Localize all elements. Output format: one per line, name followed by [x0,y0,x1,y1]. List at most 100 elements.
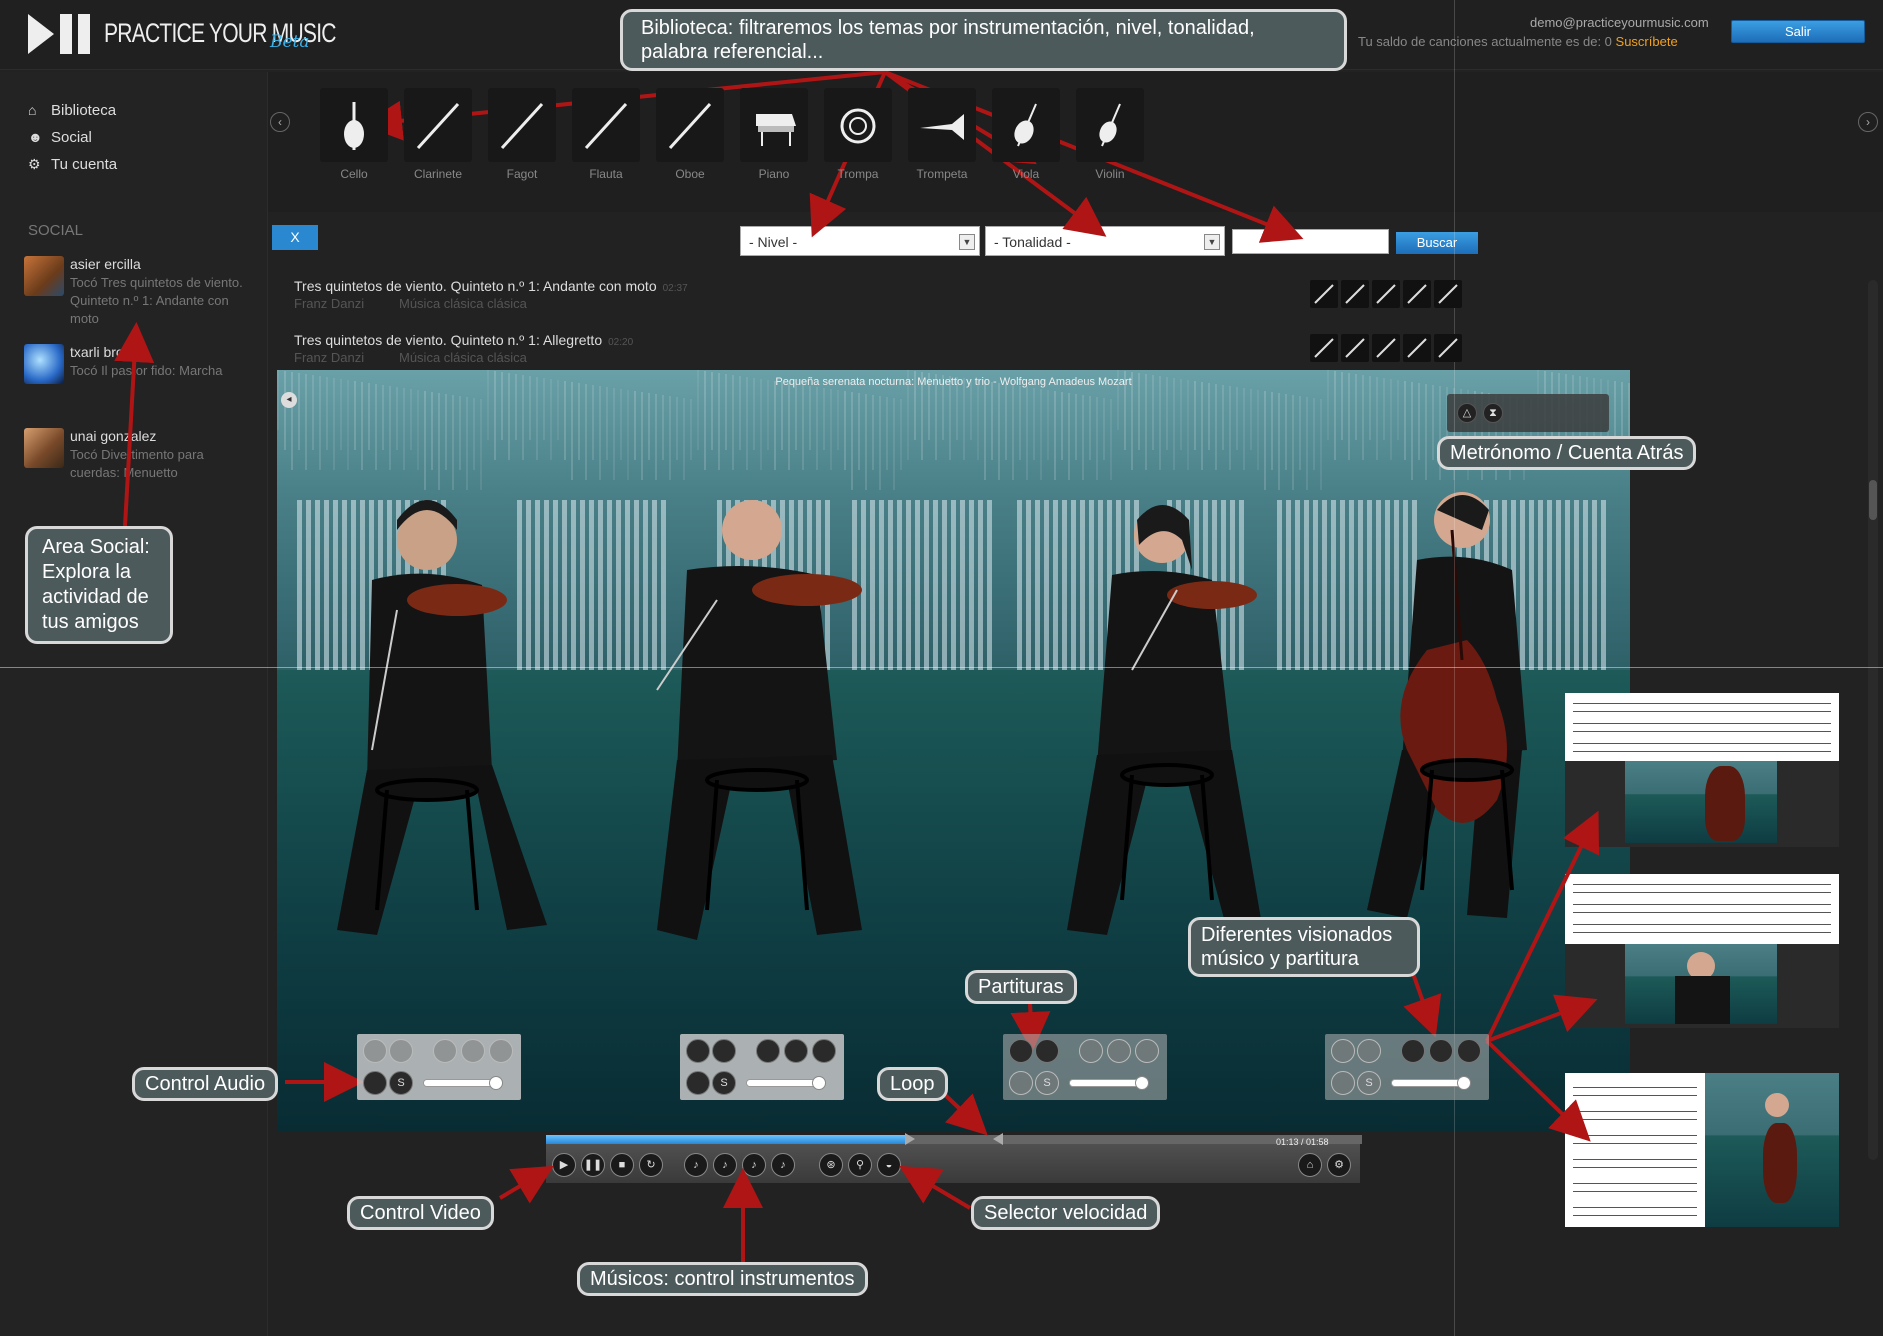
solo-button[interactable]: S [1357,1071,1381,1095]
solo-button[interactable]: S [1035,1071,1059,1095]
clear-filters-button[interactable]: X [272,225,318,250]
score-icon[interactable] [363,1039,387,1063]
volume-knob[interactable] [1135,1076,1149,1090]
speed-slow-icon[interactable]: ◒ [877,1153,901,1177]
score-icon[interactable] [389,1039,413,1063]
instrument-piano-button[interactable] [740,88,808,162]
score-icon[interactable] [1357,1039,1381,1063]
eye-icon[interactable] [1457,1039,1481,1063]
key-select[interactable]: - Tonalidad - ▼ [985,226,1225,256]
callout-social: Area Social: Explora la actividad de tus… [25,526,173,644]
result-genre: Música clásica clásica [399,350,527,365]
loop-end-marker[interactable] [992,1133,1003,1145]
instrument-label: Cello [340,167,368,181]
instrument-clarinete-button[interactable] [404,88,472,162]
scroll-left-icon[interactable]: ‹ [270,112,290,132]
score-icon[interactable] [686,1039,710,1063]
speaker-icon[interactable] [1331,1071,1355,1095]
speaker-icon[interactable] [686,1071,710,1095]
instrument-cello-icon[interactable]: ♪ [771,1153,795,1177]
instrument-violin-1-icon[interactable]: ♪ [684,1153,708,1177]
eye-icon[interactable] [756,1039,780,1063]
eye-icon[interactable] [433,1039,457,1063]
sidebar-item-tu-cuenta[interactable]: ⚙ Tu cuenta [28,156,117,173]
settings-icon[interactable]: ⚙ [1327,1153,1351,1177]
volume-slider[interactable] [423,1076,503,1090]
loop-start-marker[interactable] [905,1133,916,1145]
instrument-cello-button[interactable] [320,88,388,162]
eye-icon[interactable] [461,1039,485,1063]
subscribe-link[interactable]: Suscríbete [1616,34,1678,49]
view-option-sheet-top[interactable] [1565,693,1839,847]
instrument-viola-button[interactable] [992,88,1060,162]
friend-item[interactable]: txarli brown Tocó Il pastor fido: Marcha [24,344,254,394]
callout-metronome: Metrónomo / Cuenta Atrás [1437,436,1697,470]
search-button[interactable]: Buscar [1396,232,1478,254]
eye-icon[interactable] [1401,1039,1425,1063]
level-select[interactable]: - Nivel - ▼ [740,226,980,256]
score-icon[interactable] [1035,1039,1059,1063]
instrument-viola-icon[interactable]: ♪ [713,1153,737,1177]
volume-slider[interactable] [1391,1076,1471,1090]
instrument-oboe-button[interactable] [656,88,724,162]
instrument-label: Clarinete [413,167,463,181]
friend-item[interactable]: unai gonzalez Tocó Divertimento para cue… [24,428,254,498]
repeat-icon[interactable]: ↻ [639,1153,663,1177]
volume-knob[interactable] [489,1076,503,1090]
instrument-violin-2-icon[interactable]: ♪ [742,1153,766,1177]
instrument-flauta-button[interactable] [572,88,640,162]
hourglass-icon[interactable]: ⧗ [1483,403,1503,423]
volume-fill [424,1080,495,1086]
volume-slider[interactable] [1069,1076,1149,1090]
metronome-panel: △ ⧗ [1447,394,1609,432]
result-row[interactable]: Tres quintetos de viento. Quinteto n.º 1… [272,274,1472,326]
eye-icon[interactable] [1135,1039,1159,1063]
view-option-sheet-split[interactable] [1565,874,1839,1028]
viola-icon [1014,103,1037,147]
instrument-trompeta-button[interactable] [908,88,976,162]
score-icon[interactable] [712,1039,736,1063]
speaker-icon[interactable] [1009,1071,1033,1095]
back-arrow-icon[interactable]: ◂ [281,392,297,408]
pause-icon[interactable]: ❚❚ [581,1153,605,1177]
logout-button[interactable]: Salir [1731,20,1865,43]
score-icon[interactable] [1009,1039,1033,1063]
view-option-sheet-side[interactable] [1565,1073,1839,1227]
home-icon[interactable]: ⌂ [1298,1153,1322,1177]
sidebar-item-social[interactable]: ☻ Social [28,129,92,146]
play-icon[interactable]: ▶ [552,1153,576,1177]
user-email: demo@practiceyourmusic.com [1530,15,1709,30]
volume-slider[interactable] [746,1076,826,1090]
volume-knob[interactable] [812,1076,826,1090]
avatar [24,256,64,296]
instrument-fagot-button[interactable] [488,88,556,162]
eye-icon[interactable] [1107,1039,1131,1063]
speed-normal-icon[interactable]: ⊛ [819,1153,843,1177]
eye-icon[interactable] [1079,1039,1103,1063]
metronome-icon[interactable]: △ [1457,403,1477,423]
scrollbar[interactable] [1868,280,1878,1160]
solo-button[interactable]: S [389,1071,413,1095]
eye-icon[interactable] [784,1039,808,1063]
speed-walk-icon[interactable]: ⚲ [848,1153,872,1177]
search-input[interactable] [1232,229,1389,254]
eye-icon[interactable] [489,1039,513,1063]
speaker-icon[interactable] [363,1071,387,1095]
instrument-violin-button[interactable] [1076,88,1144,162]
video-player[interactable]: Pequeña serenata nocturna: Menuetto y tr… [277,370,1630,1132]
stop-icon[interactable]: ■ [610,1153,634,1177]
eye-icon[interactable] [812,1039,836,1063]
social-heading: SOCIAL [28,222,84,239]
volume-knob[interactable] [1457,1076,1471,1090]
instrument-trompa-button[interactable] [824,88,892,162]
score-icon[interactable] [1331,1039,1355,1063]
sidebar-item-biblioteca[interactable]: ⌂ Biblioteca [28,102,116,119]
scrollbar-thumb[interactable] [1869,480,1877,520]
scroll-right-icon[interactable]: › [1858,112,1878,132]
solo-button[interactable]: S [712,1071,736,1095]
trompa-icon [840,108,876,144]
friend-item[interactable]: asier ercilla Tocó Tres quintetos de vie… [24,256,254,326]
home-icon: ⌂ [28,102,37,118]
sidebar-item-label: Social [51,129,92,146]
eye-icon[interactable] [1429,1039,1453,1063]
